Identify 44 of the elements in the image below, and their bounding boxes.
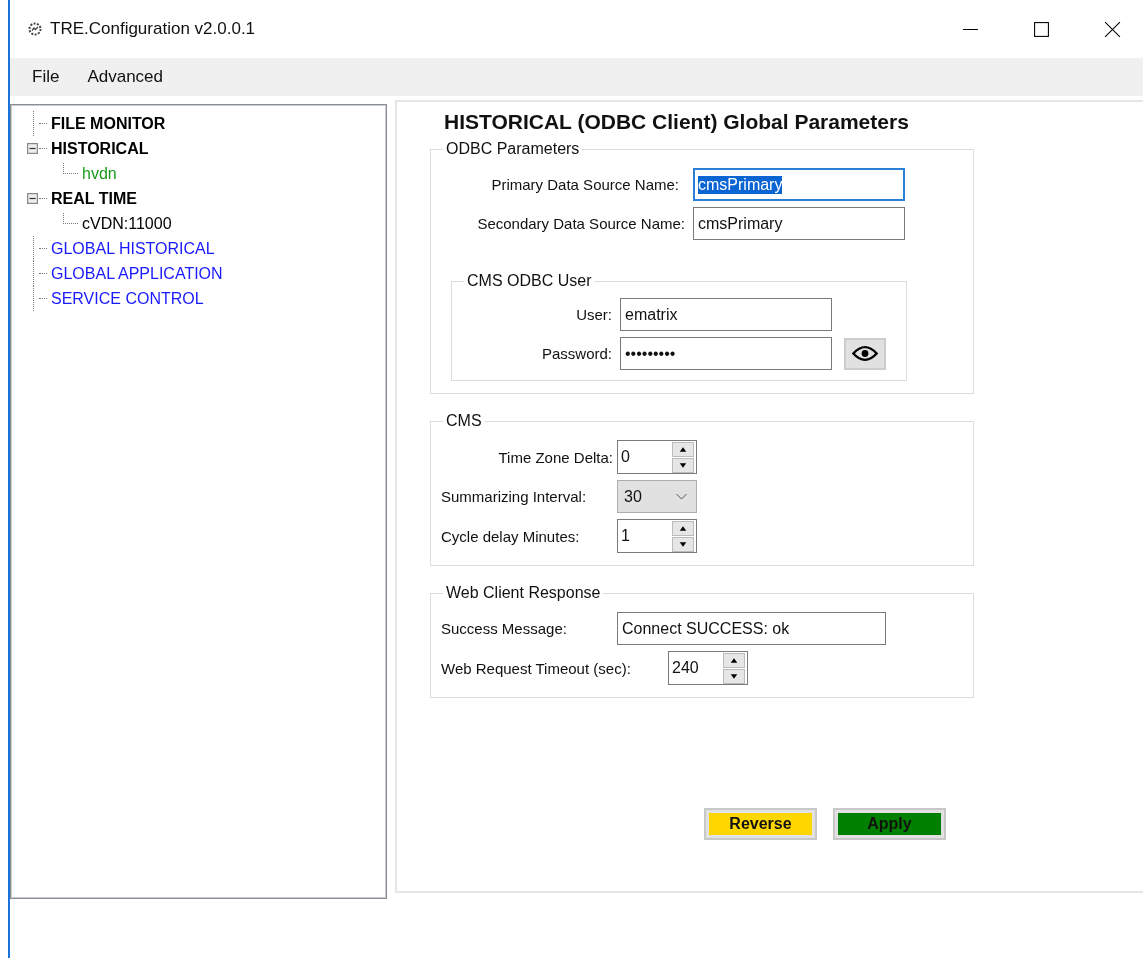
- field-label: Web Request Timeout (sec):: [441, 659, 632, 677]
- close-icon[interactable]: [1104, 20, 1121, 38]
- collapse-icon[interactable]: [27, 143, 39, 154]
- tree-item[interactable]: cVDN:11000: [82, 214, 172, 233]
- input-field[interactable]: cmsPrimary: [693, 207, 905, 240]
- field-label: Time Zone Delta:: [497, 448, 614, 466]
- tree-item[interactable]: REAL TIME: [51, 189, 137, 208]
- menu-item[interactable]: File: [32, 67, 60, 87]
- field-label: Secondary Data Source Name:: [476, 215, 686, 232]
- field-label: Primary Data Source Name:: [490, 176, 680, 193]
- collapse-icon[interactable]: [27, 193, 39, 204]
- app-icon: [28, 22, 42, 36]
- action-button[interactable]: Apply: [833, 808, 946, 840]
- tree-item[interactable]: HISTORICAL: [51, 139, 149, 158]
- page-heading: HISTORICAL (ODBC Client) Global Parameters: [444, 110, 910, 134]
- tree-item[interactable]: FILE MONITOR: [51, 114, 166, 133]
- dropdown[interactable]: 30: [617, 480, 697, 513]
- menu-item[interactable]: Advanced: [87, 67, 164, 87]
- window-title: TRE.Configuration v2.0.0.1: [50, 19, 256, 39]
- tree-item[interactable]: GLOBAL HISTORICAL: [51, 239, 215, 258]
- eye-icon: [852, 345, 878, 362]
- group-title: ODBC Parameters: [445, 140, 581, 158]
- input-field[interactable]: Connect SUCCESS: ok: [617, 612, 886, 645]
- group-title: CMS: [445, 412, 483, 430]
- number-field[interactable]: 240: [668, 651, 748, 685]
- number-field[interactable]: 1: [617, 519, 697, 553]
- input-field[interactable]: cmsPrimary: [693, 168, 905, 201]
- field-label: User:: [575, 306, 613, 323]
- group-title: Web Client Response: [445, 584, 602, 602]
- input-field[interactable]: •••••••••: [620, 337, 832, 370]
- tree-item[interactable]: SERVICE CONTROL: [51, 289, 204, 308]
- tree-item[interactable]: GLOBAL APPLICATION: [51, 264, 223, 283]
- chevron-down-icon: [675, 492, 688, 501]
- field-label: Summarizing Interval:: [441, 488, 588, 505]
- maximize-icon[interactable]: [1033, 20, 1050, 38]
- field-label: Password:: [540, 345, 613, 362]
- group-title: CMS ODBC User: [466, 272, 593, 290]
- action-button[interactable]: Reverse: [704, 808, 817, 840]
- field-label: Success Message:: [441, 620, 568, 637]
- input-field[interactable]: ematrix: [620, 298, 832, 331]
- field-label: Cycle delay Minutes:: [441, 527, 581, 545]
- number-field[interactable]: 0: [617, 440, 697, 474]
- show-password-button[interactable]: [844, 337, 886, 370]
- tree-item[interactable]: hvdn: [82, 164, 117, 183]
